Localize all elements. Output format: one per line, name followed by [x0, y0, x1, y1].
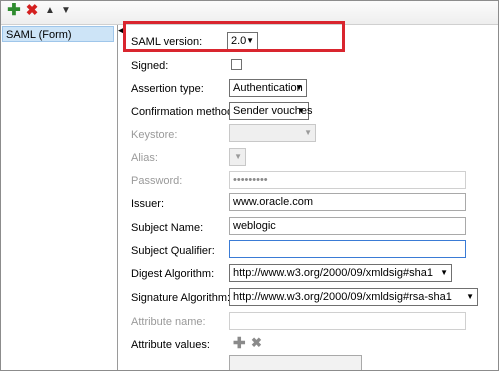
alias-label: Alias: [131, 152, 158, 164]
window: ✚ ✖ ▲ ▼ SAML (Form) ◀ SAML version: 2.0 … [0, 0, 499, 371]
signature-algorithm-select[interactable]: http://www.w3.org/2000/09/xmldsig#rsa-sh… [229, 288, 478, 306]
list-item-saml-form[interactable]: SAML (Form) [2, 26, 114, 42]
confirmation-method-select[interactable]: Sender vouches ▼ [229, 102, 313, 120]
move-up-icon[interactable]: ▲ [43, 4, 57, 18]
digest-algorithm-select[interactable]: http://www.w3.org/2000/09/xmldsig#sha1 ▼ [229, 264, 452, 282]
move-down-icon[interactable]: ▼ [59, 4, 73, 18]
assertion-list: SAML (Form) [1, 25, 118, 370]
signature-algorithm-label: Signature Algorithm: [131, 292, 231, 304]
signed-label: Signed: [131, 60, 169, 72]
signature-algorithm-value: http://www.w3.org/2000/09/xmldsig#rsa-sh… [233, 291, 452, 303]
keystore-select[interactable]: ▼ [229, 124, 316, 142]
signed-checkbox[interactable] [231, 59, 242, 70]
subject-qualifier-field[interactable] [229, 240, 466, 258]
password-field[interactable]: ••••••••• [229, 171, 466, 189]
dropdown-arrow-icon: ▼ [466, 292, 474, 301]
saml-form: SAML version: 2.0 ▼ Signed: Assertion ty… [120, 25, 498, 370]
password-label: Password: [131, 175, 183, 187]
issuer-field[interactable]: www.oracle.com [229, 193, 466, 211]
remove-icon[interactable]: ✖ [25, 3, 39, 18]
digest-algorithm-value: http://www.w3.org/2000/09/xmldsig#sha1 [233, 267, 433, 279]
attribute-name-label: Attribute name: [131, 316, 206, 328]
digest-algorithm-label: Digest Algorithm: [131, 268, 215, 280]
subject-name-label: Subject Name: [131, 222, 204, 234]
remove-value-icon[interactable]: ✖ [251, 335, 262, 351]
attribute-values-list[interactable] [229, 355, 362, 370]
issuer-label: Issuer: [131, 198, 165, 210]
attribute-name-field[interactable] [229, 312, 466, 330]
add-value-icon[interactable]: ✚ [233, 334, 246, 352]
dropdown-arrow-icon: ▼ [295, 83, 303, 92]
dropdown-arrow-icon: ▼ [234, 152, 242, 161]
dropdown-arrow-icon: ▼ [297, 106, 305, 115]
attribute-values-label: Attribute values: [131, 339, 210, 351]
add-icon[interactable]: ✚ [7, 3, 21, 19]
dropdown-arrow-icon: ▼ [304, 128, 312, 137]
assertion-type-label: Assertion type: [131, 83, 204, 95]
keystore-label: Keystore: [131, 129, 178, 141]
subject-name-field[interactable]: weblogic [229, 217, 466, 235]
alias-select[interactable]: ▼ [229, 148, 246, 166]
subject-qualifier-label: Subject Qualifier: [131, 245, 215, 257]
assertion-type-select[interactable]: Authentication ▼ [229, 79, 307, 97]
confirmation-method-label: Confirmation method: [131, 106, 237, 118]
dropdown-arrow-icon: ▼ [440, 268, 448, 277]
assertion-type-value: Authentication [233, 82, 303, 94]
highlight-box [123, 21, 345, 52]
